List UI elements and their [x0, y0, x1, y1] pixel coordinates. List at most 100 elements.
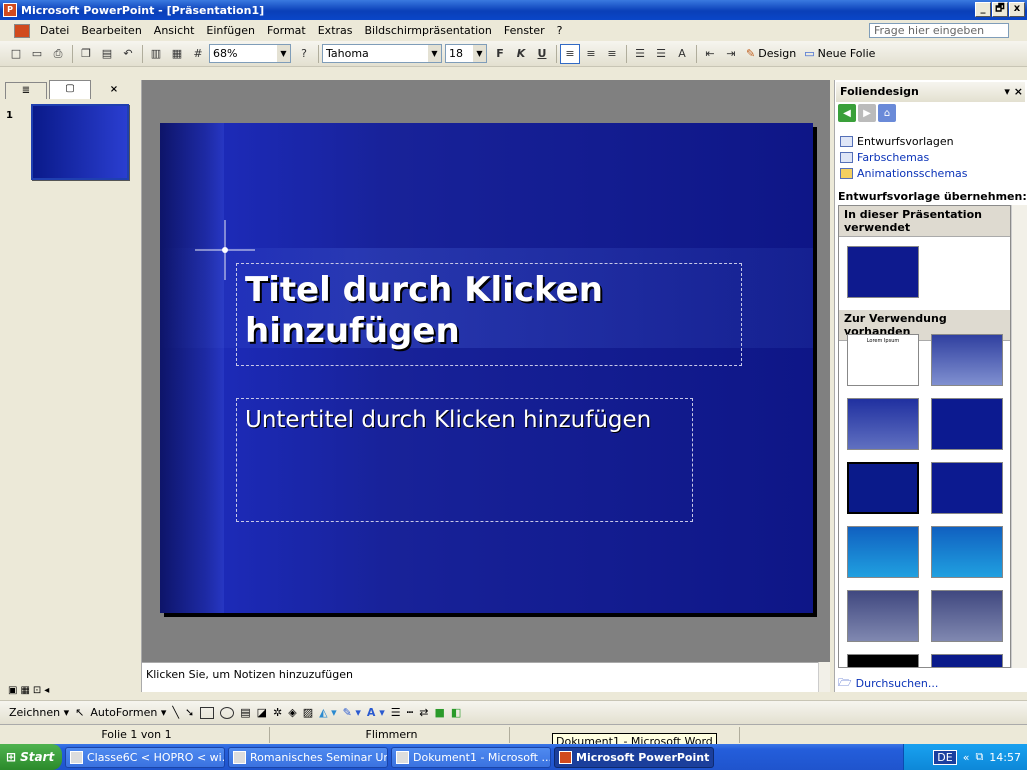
fill-color-icon[interactable]: ◭ ▾ — [316, 703, 339, 723]
clipart-icon[interactable]: ◈ — [285, 703, 299, 723]
browse-link[interactable]: 🗁 Durchsuchen... — [838, 674, 938, 693]
3d-icon[interactable]: ◧ — [448, 703, 464, 723]
taskbar-task-ie2[interactable]: Romanisches Seminar Un... — [228, 746, 388, 768]
textbox-icon[interactable]: ▤ — [237, 703, 253, 723]
taskbar-task-powerpoint[interactable]: Microsoft PowerPoint ... — [554, 746, 714, 768]
rectangle-icon[interactable] — [200, 706, 215, 719]
align-right-icon[interactable]: ≡ — [602, 44, 622, 64]
slides-tab[interactable]: ▢ — [49, 80, 91, 99]
language-indicator[interactable]: DE — [933, 749, 957, 765]
arrow-style-icon[interactable]: ⇄ — [416, 703, 431, 723]
italic-button[interactable]: K — [511, 44, 531, 64]
link-animationsschemas[interactable]: Animationsschemas — [840, 165, 968, 181]
arrow-icon[interactable]: ➘ — [182, 703, 197, 723]
underline-button[interactable]: U — [532, 44, 552, 64]
forward-icon[interactable]: ▶ — [858, 104, 876, 122]
bold-button[interactable]: F — [490, 44, 510, 64]
notes-scrollbar[interactable] — [818, 662, 830, 692]
taskbar-task-ie1[interactable]: Classe6C < HOPRO < wi... — [65, 746, 225, 768]
template-thumb[interactable] — [931, 462, 1003, 514]
wordart-icon[interactable]: ◪ — [254, 703, 270, 723]
minimize-button[interactable]: _ — [975, 2, 991, 17]
menu-datei[interactable]: Datei — [34, 24, 75, 37]
link-farbschemas[interactable]: Farbschemas — [840, 149, 968, 165]
open-icon[interactable]: ▭ — [27, 44, 47, 64]
zoom-select[interactable]: 68% ▼ — [209, 44, 291, 63]
slide-canvas[interactable] — [160, 123, 813, 613]
outline-tab[interactable]: ≣ — [5, 82, 47, 99]
template-thumb-selected[interactable] — [847, 462, 919, 514]
template-thumb[interactable] — [847, 526, 919, 578]
chevron-down-icon[interactable]: ▼ — [428, 45, 441, 62]
diagram-icon[interactable]: ✲ — [270, 703, 285, 723]
slide-title-placeholder[interactable]: Titel durch Klicken hinzufügen — [236, 263, 742, 366]
menu-einfuegen[interactable]: Einfügen — [200, 24, 261, 37]
slideshow-icon[interactable]: ⊡ — [33, 685, 41, 696]
design-button[interactable]: ✎ Design — [742, 44, 800, 64]
slide-sorter-icon[interactable]: ▦ — [20, 685, 29, 696]
grow-font-icon[interactable]: A — [672, 44, 692, 64]
slide-subtitle-placeholder[interactable]: Untertitel durch Klicken hinzufügen — [236, 398, 693, 522]
template-thumb[interactable] — [931, 398, 1003, 450]
help-icon[interactable]: ? — [294, 44, 314, 64]
print-icon[interactable]: ⎙ — [48, 44, 68, 64]
template-thumb-blank[interactable]: Lorem Ipsum — [847, 334, 919, 386]
chevron-down-icon[interactable]: ▼ — [277, 45, 290, 62]
paste-icon[interactable]: ▤ — [97, 44, 117, 64]
increase-indent-icon[interactable]: ⇥ — [721, 44, 741, 64]
template-thumb-used[interactable] — [847, 246, 919, 298]
scroll-left-icon[interactable]: ◂ — [44, 685, 49, 696]
back-icon[interactable]: ◀ — [838, 104, 856, 122]
normal-view-icon[interactable]: ▣ — [8, 685, 17, 696]
oval-icon[interactable] — [220, 706, 235, 719]
align-left-icon[interactable]: ≡ — [560, 43, 580, 64]
menu-format[interactable]: Format — [261, 24, 312, 37]
font-color-icon[interactable]: A ▾ — [364, 703, 388, 723]
autoshapes-menu[interactable]: AutoFormen ▾ — [87, 703, 169, 723]
grid-icon[interactable]: # — [188, 44, 208, 64]
menu-bildschirmpraesentation[interactable]: Bildschirmpräsentation — [359, 24, 498, 37]
menu-extras[interactable]: Extras — [312, 24, 359, 37]
menu-ansicht[interactable]: Ansicht — [148, 24, 201, 37]
template-thumb[interactable] — [847, 654, 919, 667]
notes-input[interactable]: Klicken Sie, um Notizen hinzuzufügen — [142, 662, 818, 692]
template-thumb[interactable] — [847, 398, 919, 450]
template-thumb[interactable] — [931, 654, 1003, 667]
new-icon[interactable]: □ — [6, 44, 26, 64]
taskbar-task-word[interactable]: Dokument1 - Microsoft ... — [391, 746, 551, 768]
table-icon[interactable]: ▦ — [167, 44, 187, 64]
chart-icon[interactable]: ▥ — [146, 44, 166, 64]
copy-icon[interactable]: ❐ — [76, 44, 96, 64]
new-slide-button[interactable]: ▭ Neue Folie — [800, 44, 879, 64]
chevron-down-icon[interactable]: ▾ × — [1004, 82, 1023, 102]
chevron-down-icon[interactable]: ▼ — [473, 45, 486, 62]
start-button[interactable]: ⊞ Start — [0, 744, 62, 770]
template-list-scrollbar[interactable] — [1011, 205, 1027, 668]
menu-fenster[interactable]: Fenster — [498, 24, 551, 37]
document-icon[interactable] — [14, 23, 30, 38]
font-select[interactable]: Tahoma ▼ — [322, 44, 442, 63]
align-center-icon[interactable]: ≡ — [581, 44, 601, 64]
select-pointer-icon[interactable]: ↖ — [72, 703, 87, 723]
template-thumb[interactable] — [931, 334, 1003, 386]
picture-icon[interactable]: ▨ — [300, 703, 316, 723]
line-icon[interactable]: ╲ — [169, 703, 182, 723]
restore-button[interactable]: 🗗 — [992, 2, 1008, 17]
network-icon[interactable]: ⧉ — [975, 750, 983, 764]
decrease-indent-icon[interactable]: ⇤ — [700, 44, 720, 64]
template-thumb[interactable] — [931, 526, 1003, 578]
home-icon[interactable]: ⌂ — [878, 104, 896, 122]
line-style-icon[interactable]: ☰ — [388, 703, 404, 723]
menu-help[interactable]: ? — [551, 24, 569, 37]
shadow-icon[interactable]: ■ — [431, 703, 447, 723]
ask-question-input[interactable]: Frage hier eingeben — [869, 23, 1009, 38]
draw-menu[interactable]: Zeichnen ▾ — [6, 703, 72, 723]
line-color-icon[interactable]: ✎ ▾ — [340, 703, 364, 723]
template-thumb[interactable] — [847, 590, 919, 642]
bullet-list-icon[interactable]: ☰ — [651, 44, 671, 64]
undo-icon[interactable]: ↶ — [118, 44, 138, 64]
template-thumb[interactable] — [931, 590, 1003, 642]
slide-thumbnail[interactable] — [31, 104, 129, 180]
link-entwurfsvorlagen[interactable]: Entwurfsvorlagen — [840, 133, 968, 149]
numbered-list-icon[interactable]: ☰ — [630, 44, 650, 64]
